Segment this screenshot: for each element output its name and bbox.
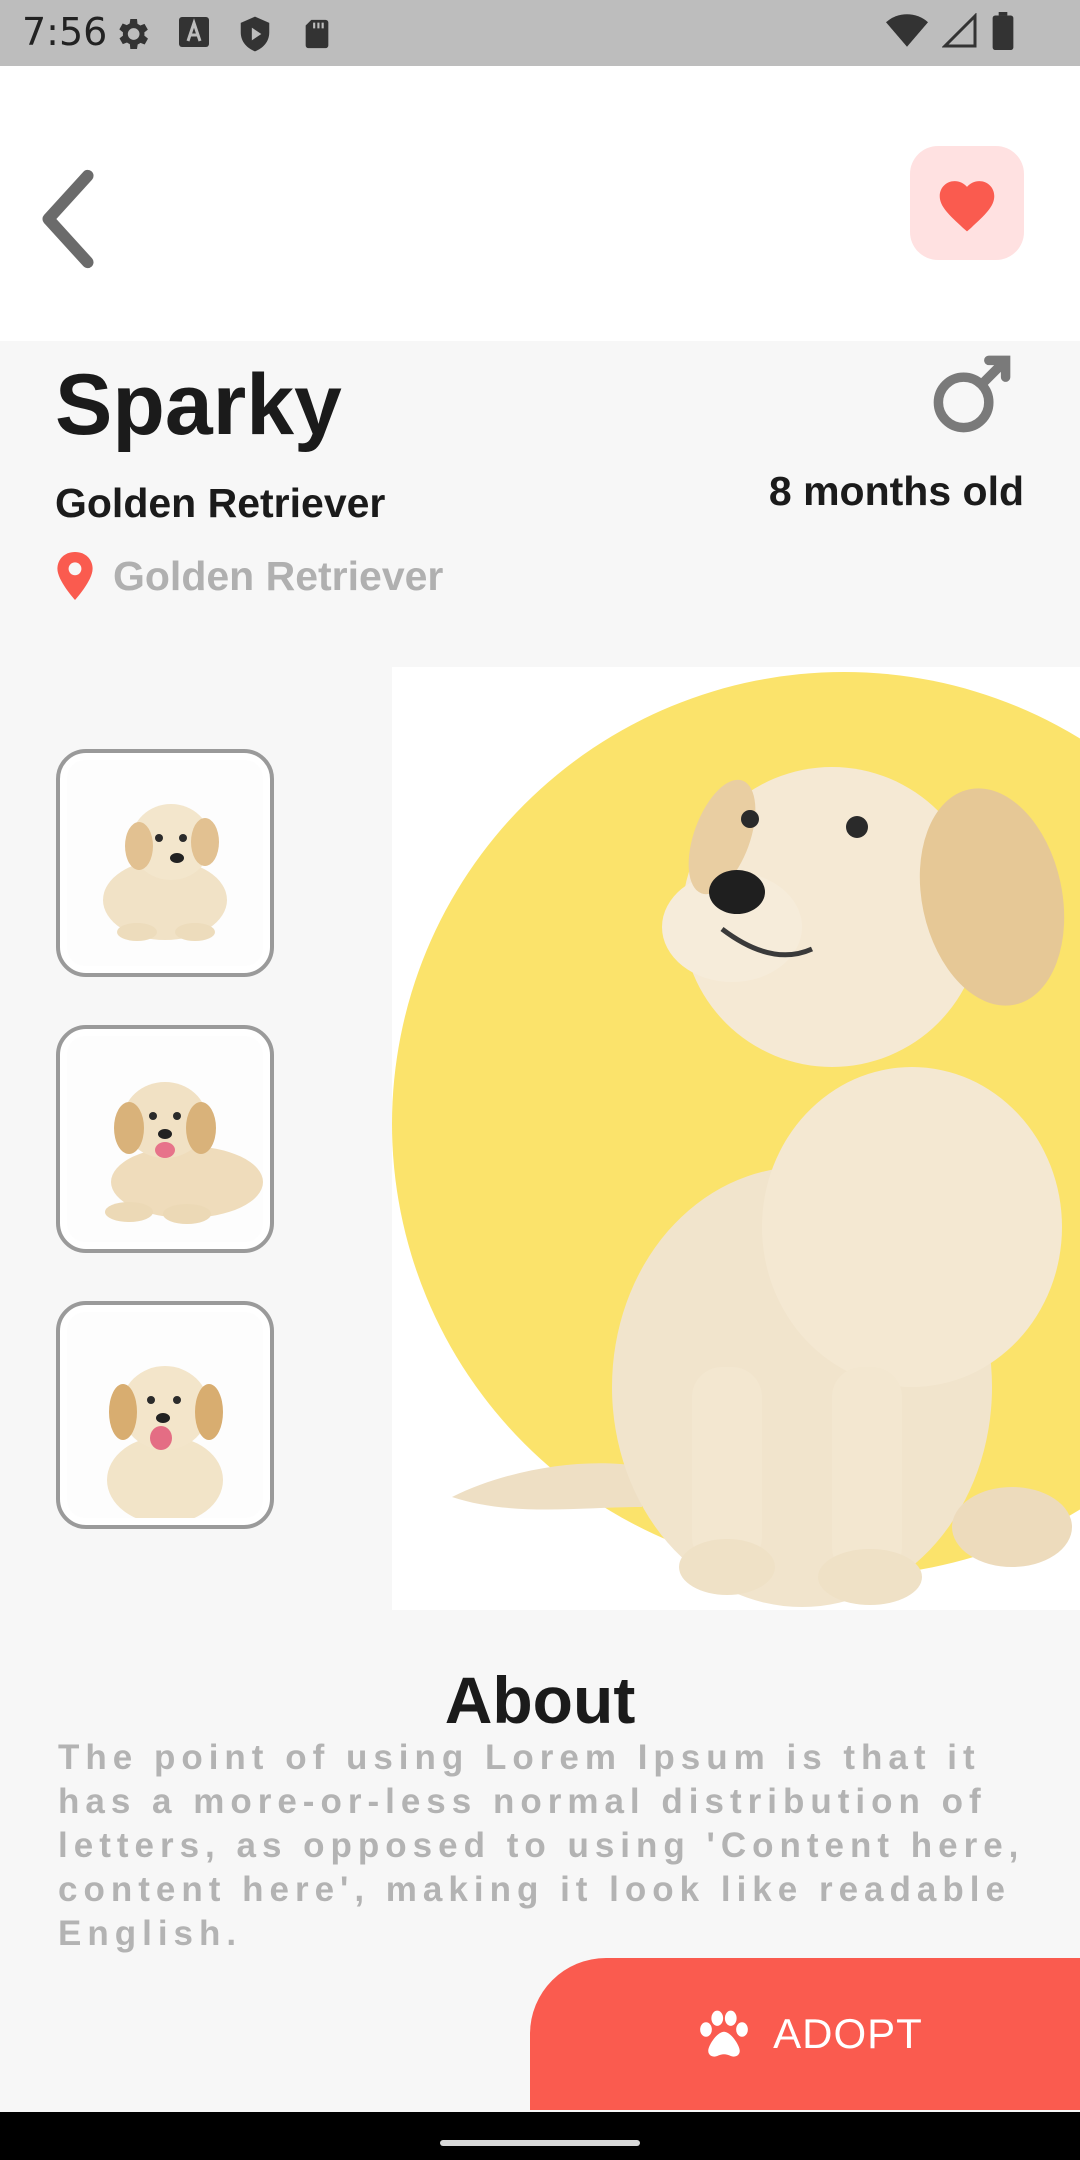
thumbnail-2[interactable] xyxy=(56,1025,274,1253)
signal-icon xyxy=(942,13,977,48)
settings-icon xyxy=(119,19,148,49)
pet-detail-screen: 7:56 Sparky Golden Retriever Golden Retr… xyxy=(0,0,1080,2160)
thumbnail-1[interactable] xyxy=(56,749,274,977)
wifi-icon xyxy=(886,14,928,47)
paw-icon xyxy=(700,2010,749,2057)
navigation-bar xyxy=(0,2112,1080,2160)
male-icon xyxy=(933,355,1011,433)
back-button[interactable] xyxy=(36,164,100,274)
status-bar: 7:56 xyxy=(0,0,1080,66)
status-time: 7:56 xyxy=(22,10,108,54)
battery-icon xyxy=(992,12,1014,50)
location-pin-icon xyxy=(57,552,93,600)
adopt-button-label: ADOPT xyxy=(773,2010,923,2057)
puppy-smiling-photo xyxy=(105,1082,263,1224)
pet-age: 8 months old xyxy=(768,468,1024,514)
home-gesture-handle[interactable] xyxy=(440,2140,640,2146)
about-title: About xyxy=(444,1663,636,1737)
shield-icon xyxy=(240,16,270,52)
puppy-open-mouth-photo xyxy=(107,1366,223,1518)
text-a-icon xyxy=(179,17,209,47)
puppy-sitting-photo xyxy=(392,672,1080,1607)
favorite-button[interactable] xyxy=(910,146,1024,260)
status-right-icons xyxy=(886,12,1014,50)
adopt-button[interactable]: ADOPT xyxy=(530,1958,1080,2110)
pet-breed: Golden Retriever xyxy=(55,480,386,526)
header xyxy=(0,66,1080,341)
heart-icon xyxy=(939,181,995,232)
chevron-left-icon xyxy=(42,169,94,269)
thumbnail-3[interactable] xyxy=(56,1301,274,1529)
about-text: The point of using Lorem Ipsum is that i… xyxy=(58,1738,1025,1953)
main-pet-image xyxy=(392,667,1080,1610)
pet-location-text: Golden Retriever xyxy=(113,552,444,599)
pet-name: Sparky xyxy=(55,357,342,453)
pet-location: Golden Retriever xyxy=(55,552,443,600)
puppy-lying-photo xyxy=(103,804,227,941)
sd-card-icon xyxy=(305,19,329,49)
